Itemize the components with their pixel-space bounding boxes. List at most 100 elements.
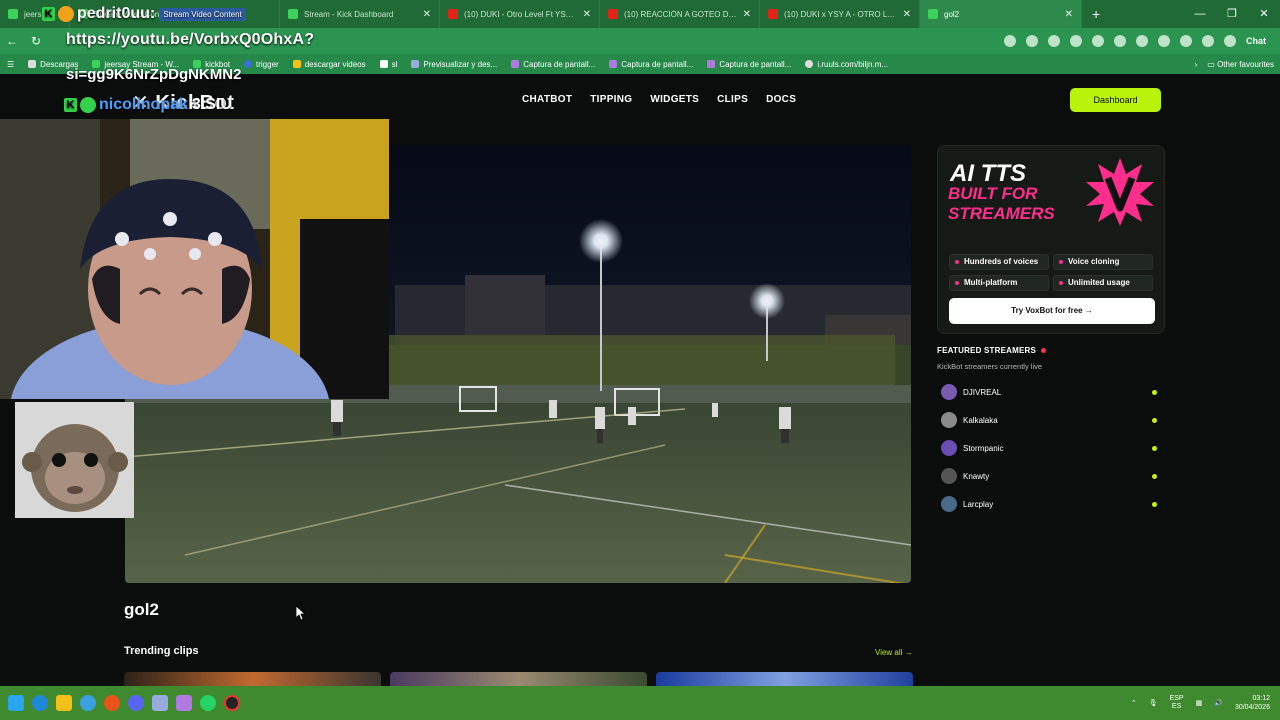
more-icon[interactable] (1202, 35, 1214, 47)
trending-clips-heading: Trending clips (124, 645, 199, 657)
nav-clips[interactable]: CLIPS (717, 94, 748, 105)
extension-icon[interactable] (1070, 35, 1082, 47)
try-voxbot-button[interactable]: Try VoxBot for free → (949, 298, 1155, 324)
profile-avatar[interactable] (1180, 35, 1192, 47)
favorites-icon[interactable] (1114, 35, 1126, 47)
star-icon[interactable] (1004, 35, 1016, 47)
bolt-icon (292, 60, 301, 68)
sidebar-toggle-icon[interactable]: ☰ (0, 60, 21, 69)
tab-duki-otro-level[interactable]: (10) DUKI - Otro Level Ft YSY A S...✕ (440, 0, 600, 28)
discord-icon[interactable] (128, 695, 144, 711)
chevron-right-icon[interactable]: › (1195, 60, 1198, 69)
live-indicator-icon (1152, 473, 1157, 479)
webcam-person-image (0, 119, 389, 399)
tab-reaccion-goteo[interactable]: (10) REACCIÓN A GOTEO DUKI x C...✕ (600, 0, 760, 28)
bookmark-item[interactable]: descargar videos (286, 60, 373, 69)
new-tab-button[interactable]: + (1082, 6, 1110, 22)
minimize-icon[interactable]: — (1184, 0, 1216, 28)
chat-overlay-user-2: K nicolinopak 3 SIU (64, 96, 232, 114)
webcam-overlay (0, 119, 389, 399)
streamer-item[interactable]: Stormpanic (937, 436, 1165, 460)
live-dot-icon (1041, 348, 1047, 354)
extension-icon[interactable] (1048, 35, 1060, 47)
history-icon[interactable] (1136, 35, 1148, 47)
nav-widgets[interactable]: WIDGETS (650, 94, 699, 105)
close-icon[interactable]: ✕ (903, 9, 911, 20)
streamer-item[interactable]: Larcplay (937, 492, 1165, 516)
close-icon[interactable]: ✕ (743, 9, 751, 20)
streamer-item[interactable]: Kalkalaka (937, 408, 1165, 432)
ad-feature: Hundreds of voices (949, 254, 1049, 270)
avatar (941, 496, 957, 512)
nav-tipping[interactable]: TIPPING (590, 94, 632, 105)
bookmark-item[interactable]: sl (373, 60, 405, 69)
puzzle-icon[interactable] (1092, 35, 1104, 47)
back-icon[interactable]: ← (0, 34, 24, 48)
chat-label[interactable]: Chat (1246, 36, 1266, 46)
chevron-up-icon[interactable]: ⌃ (1131, 699, 1137, 707)
volume-icon[interactable]: 🔊 (1214, 699, 1223, 707)
streamer-item[interactable]: Knawty (937, 464, 1165, 488)
trending-clip-thumbnail[interactable] (656, 672, 913, 686)
bookmark-item[interactable]: Previsualizar y des... (404, 60, 504, 69)
maximize-icon[interactable]: ❐ (1216, 0, 1248, 28)
live-indicator-icon (1152, 389, 1157, 395)
voxbot-logo-icon (1086, 158, 1154, 226)
snipping-tool-icon[interactable] (176, 695, 192, 711)
close-icon[interactable]: ✕ (583, 9, 591, 20)
other-favourites[interactable]: ▭ Other favourites (1207, 60, 1274, 69)
system-clock[interactable]: 03:12 30/04/2026 (1235, 694, 1270, 712)
pen-icon (609, 60, 618, 68)
bookmarks-right: › ▭ Other favourites (1195, 54, 1274, 74)
badge-icon (58, 6, 74, 22)
mouse-cursor-icon (296, 606, 306, 620)
copilot-icon[interactable] (1224, 35, 1236, 47)
file-explorer-icon[interactable] (56, 695, 72, 711)
tab-duki-ysy-a[interactable]: (10) DUKI x YSY A - OTRO LEVEL -...✕ (760, 0, 920, 28)
microphone-icon[interactable]: 🎙 (1149, 699, 1158, 707)
network-icon[interactable]: ▦ (1196, 699, 1203, 707)
obs-icon[interactable] (224, 695, 240, 711)
live-indicator-icon (1152, 445, 1157, 451)
nav-chatbot[interactable]: CHATBOT (522, 94, 572, 105)
whatsapp-icon[interactable] (200, 695, 216, 711)
dashboard-button[interactable]: Dashboard (1070, 88, 1161, 112)
nav-docs[interactable]: DOCS (766, 94, 796, 105)
chat-overlay-user: K pedrit0uu: Stream Video Content (42, 5, 246, 23)
kick-icon (288, 9, 298, 19)
windows-start-icon[interactable] (8, 695, 24, 711)
kick-icon (928, 9, 938, 19)
chat-overlay-link-continued: si=gg9K6NrZpDgNKMN2 (66, 66, 242, 83)
language-indicator[interactable]: ESP ES (1170, 695, 1184, 711)
brave-icon[interactable] (104, 695, 120, 711)
download-icon[interactable] (1158, 35, 1170, 47)
close-window-icon[interactable]: ✕ (1248, 0, 1280, 28)
youtube-icon (768, 9, 778, 19)
reload-icon[interactable]: ↻ (24, 34, 48, 48)
bookmark-item[interactable]: Captura de pantall... (700, 60, 798, 69)
monkey-image (15, 402, 134, 518)
trending-clip-thumbnail[interactable] (390, 672, 647, 686)
live-indicator-icon (1152, 417, 1157, 423)
tab-gol2[interactable]: gol2 ✕ (920, 0, 1082, 28)
youtube-icon (448, 9, 458, 19)
view-all-link[interactable]: View all → (875, 648, 913, 657)
kick-icon: K (64, 98, 77, 112)
trending-clip-thumbnail[interactable] (124, 672, 381, 686)
voxbot-ad-card: AI TTS BUILT FOR STREAMERS Hundreds of v… (937, 145, 1165, 334)
bookmark-item[interactable]: i.ruuls.com/biljn.m... (798, 60, 895, 69)
bookmark-item[interactable]: trigger (237, 60, 286, 69)
edge-icon[interactable] (32, 695, 48, 711)
extension-icon[interactable] (1026, 35, 1038, 47)
bookmark-item[interactable]: Captura de pantall... (504, 60, 602, 69)
bookmark-item[interactable]: Captura de pantall... (602, 60, 700, 69)
pen-icon (707, 60, 716, 68)
app-icon[interactable] (152, 695, 168, 711)
close-icon[interactable]: ✕ (423, 9, 431, 20)
verified-badge-icon (80, 97, 96, 113)
browser-icon[interactable] (80, 695, 96, 711)
tab-kick-dashboard[interactable]: Stream - Kick Dashboard ✕ (280, 0, 440, 28)
pen-icon (511, 60, 520, 68)
streamer-item[interactable]: DJIVREAL (937, 380, 1165, 404)
close-icon[interactable]: ✕ (1065, 9, 1073, 20)
